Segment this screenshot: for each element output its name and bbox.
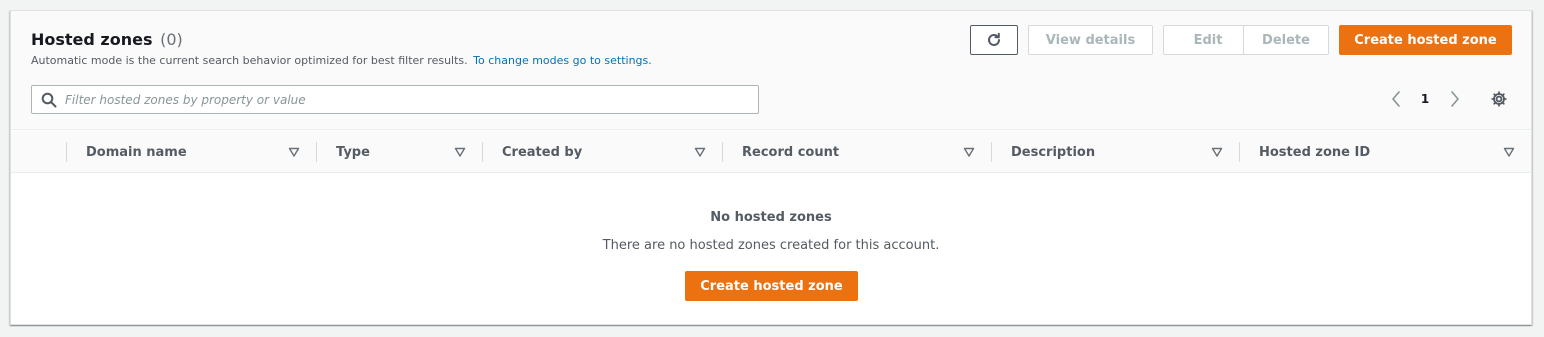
delete-button[interactable]: Delete: [1243, 25, 1329, 55]
search-icon: [41, 92, 57, 108]
previous-page-button[interactable]: [1387, 89, 1405, 109]
chevron-right-icon: [1451, 91, 1459, 107]
column-label: Record count: [742, 144, 840, 160]
column-divider: [482, 142, 483, 162]
column-label: Created by: [502, 144, 583, 160]
empty-state-title: No hosted zones: [710, 210, 832, 225]
edit-button[interactable]: Edit: [1163, 25, 1253, 55]
sort-caret-icon[interactable]: [1503, 146, 1515, 158]
search-mode-text: Automatic mode is the current search beh…: [31, 54, 468, 67]
column-divider: [722, 142, 723, 162]
preferences-button[interactable]: [1489, 89, 1509, 109]
view-details-button[interactable]: View details: [1028, 25, 1153, 55]
column-header-domain-name[interactable]: Domain name: [66, 131, 316, 173]
zone-count: (0): [160, 30, 183, 49]
column-header-created-by[interactable]: Created by: [482, 131, 722, 173]
empty-state: No hosted zones There are no hosted zone…: [11, 174, 1531, 324]
filter-input[interactable]: [65, 86, 758, 113]
refresh-button[interactable]: [970, 25, 1018, 55]
sort-caret-icon[interactable]: [963, 146, 975, 158]
column-divider: [66, 142, 67, 162]
chevron-left-icon: [1392, 91, 1400, 107]
sort-caret-icon[interactable]: [288, 146, 300, 158]
hosted-zones-panel: Hosted zones (0) Automatic mode is the c…: [10, 10, 1532, 325]
column-label: Description: [1011, 144, 1096, 160]
sort-caret-icon[interactable]: [1211, 146, 1223, 158]
gear-icon: [1491, 91, 1507, 107]
empty-state-description: There are no hosted zones created for th…: [602, 238, 940, 253]
filter-search-box[interactable]: [31, 85, 759, 114]
create-hosted-zone-button[interactable]: Create hosted zone: [1339, 25, 1512, 55]
column-divider: [316, 142, 317, 162]
title-text: Hosted zones: [31, 30, 153, 49]
column-divider: [1239, 142, 1240, 162]
search-mode-description: Automatic mode is the current search beh…: [31, 54, 652, 67]
sort-caret-icon[interactable]: [454, 146, 466, 158]
next-page-button[interactable]: [1446, 89, 1464, 109]
page-title: Hosted zones (0): [31, 30, 183, 49]
panel-header: Hosted zones (0) Automatic mode is the c…: [11, 11, 1531, 130]
column-label: Type: [336, 144, 370, 160]
table-header-row: Domain name Type Created by Record count…: [11, 131, 1531, 173]
column-header-description[interactable]: Description: [991, 131, 1239, 173]
settings-link[interactable]: To change modes go to settings.: [473, 54, 652, 67]
sort-caret-icon[interactable]: [694, 146, 706, 158]
page-number-current[interactable]: 1: [1417, 89, 1433, 109]
column-header-record-count[interactable]: Record count: [722, 131, 991, 173]
column-header-select: [11, 131, 66, 173]
create-hosted-zone-empty-button[interactable]: Create hosted zone: [685, 271, 858, 301]
column-header-hosted-zone-id[interactable]: Hosted zone ID: [1239, 131, 1531, 173]
refresh-icon: [988, 32, 1000, 46]
column-label: Domain name: [86, 144, 187, 160]
column-divider: [991, 142, 992, 162]
column-label: Hosted zone ID: [1259, 144, 1371, 160]
column-header-type[interactable]: Type: [316, 131, 482, 173]
